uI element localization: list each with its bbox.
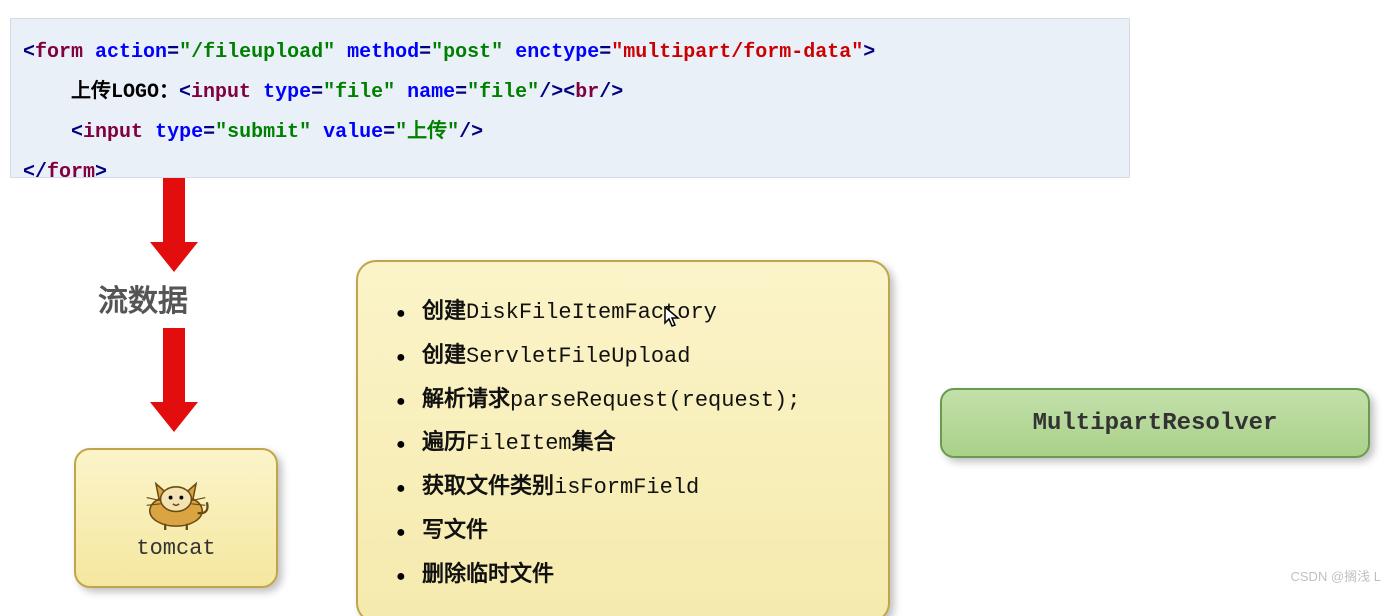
step-item: 创建ServletFileUpload [396,334,858,378]
arrow-down-icon [152,178,196,272]
flow-label: 流数据 [98,276,188,320]
arrow-down-icon [152,328,196,432]
code-line-2: 上传LOGO：<input type="file" name="file"/><… [71,81,623,104]
step-item: 获取文件类别isFormField [396,465,858,509]
tomcat-icon [136,476,216,530]
step-item: 遍历FileItem集合 [396,421,858,465]
step-item: 创建DiskFileItemFactory [396,290,858,334]
html-code-snippet: <form action="/fileupload" method="post"… [10,18,1130,178]
step-item: 删除临时文件 [396,553,858,597]
code-line-4: </form> [23,161,107,184]
watermark: CSDN @搁浅 L [1291,566,1382,585]
tomcat-box: tomcat [74,448,278,588]
tomcat-label: tomcat [136,536,215,561]
step-item: 解析请求parseRequest(request); [396,378,858,422]
resolver-label: MultipartResolver [1033,410,1278,437]
multipart-resolver-box: MultipartResolver [940,388,1370,458]
code-line-3: <input type="submit" value="上传"/> [71,121,483,144]
steps-box: 创建DiskFileItemFactory 创建ServletFileUploa… [356,260,890,616]
step-item: 写文件 [396,509,858,553]
code-line-1: <form action="/fileupload" method="post"… [23,41,875,64]
steps-list: 创建DiskFileItemFactory 创建ServletFileUploa… [396,290,858,597]
